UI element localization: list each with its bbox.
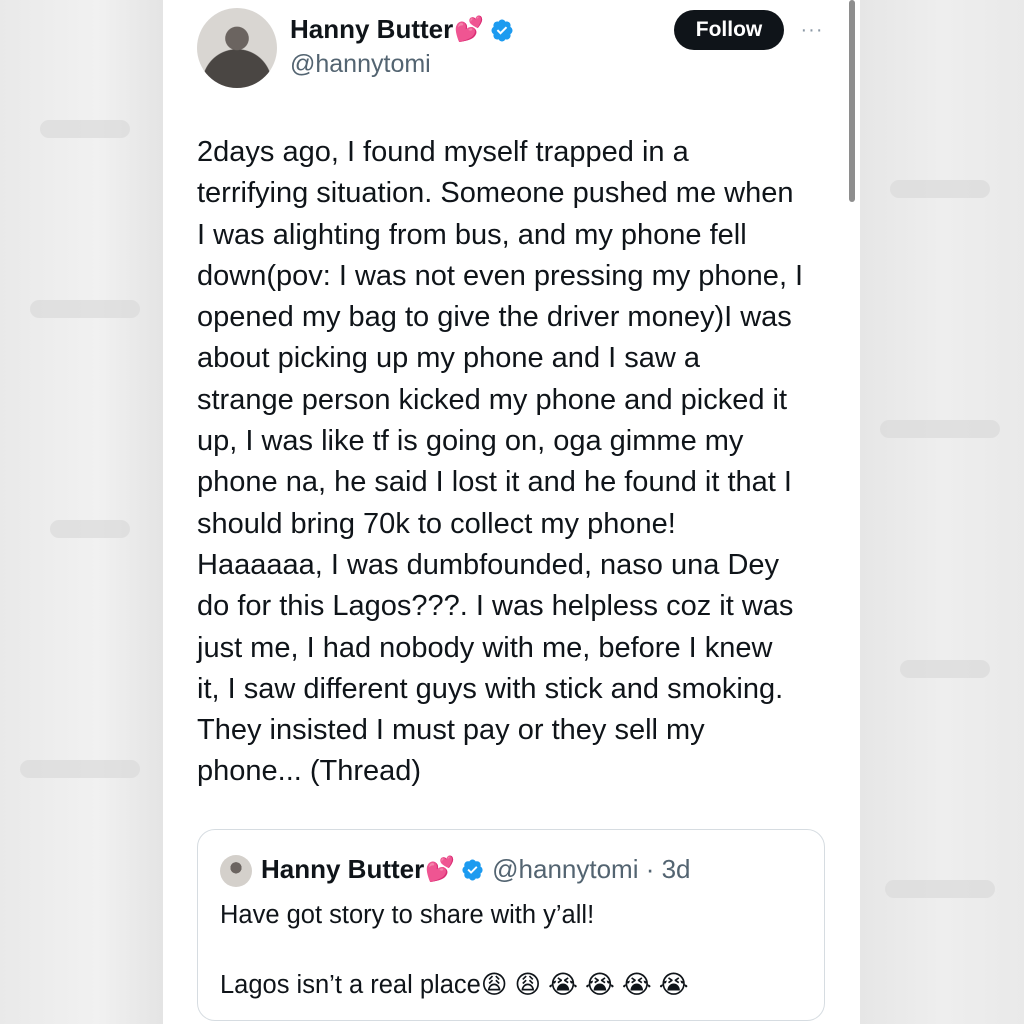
display-name-text: Hanny Butter [290, 14, 454, 44]
blurred-shape [40, 120, 130, 138]
two-hearts-emoji: 💕 [454, 16, 485, 43]
tweet-panel: Hanny Butter 💕 @hannytomi Follow ··· 2da… [163, 0, 860, 1024]
verified-badge-icon [462, 859, 483, 881]
two-hearts-emoji: 💕 [425, 856, 456, 883]
blurred-shape [885, 880, 995, 898]
quoted-avatar[interactable] [220, 855, 252, 887]
display-name[interactable]: Hanny Butter 💕 [290, 14, 514, 45]
blurred-shape [30, 300, 140, 318]
quoted-header: Hanny Butter 💕 @hannytomi · 3d [261, 854, 691, 885]
blurred-shape [880, 420, 1000, 438]
quoted-tweet[interactable]: Hanny Butter 💕 @hannytomi · 3d Have got … [197, 829, 825, 1021]
blurred-background-right [860, 0, 1024, 1024]
scrollbar[interactable] [849, 0, 855, 202]
quoted-handle-time[interactable]: @hannytomi · 3d [492, 854, 690, 885]
blurred-background-left [0, 0, 163, 1024]
blurred-shape [890, 180, 990, 198]
more-dots-icon[interactable]: ··· [797, 20, 827, 40]
blurred-shape [20, 760, 140, 778]
handle[interactable]: @hannytomi [290, 50, 431, 79]
tweet-text: 2days ago, I found myself trapped in a t… [197, 136, 804, 788]
follow-button[interactable]: Follow [674, 10, 784, 50]
avatar[interactable] [197, 8, 277, 88]
verified-badge-icon [491, 19, 513, 41]
quoted-text: Have got story to share with y’all! Lago… [220, 901, 689, 999]
quoted-display-name[interactable]: Hanny Butter [261, 854, 424, 885]
blurred-shape [900, 660, 990, 678]
blurred-shape [50, 520, 130, 538]
